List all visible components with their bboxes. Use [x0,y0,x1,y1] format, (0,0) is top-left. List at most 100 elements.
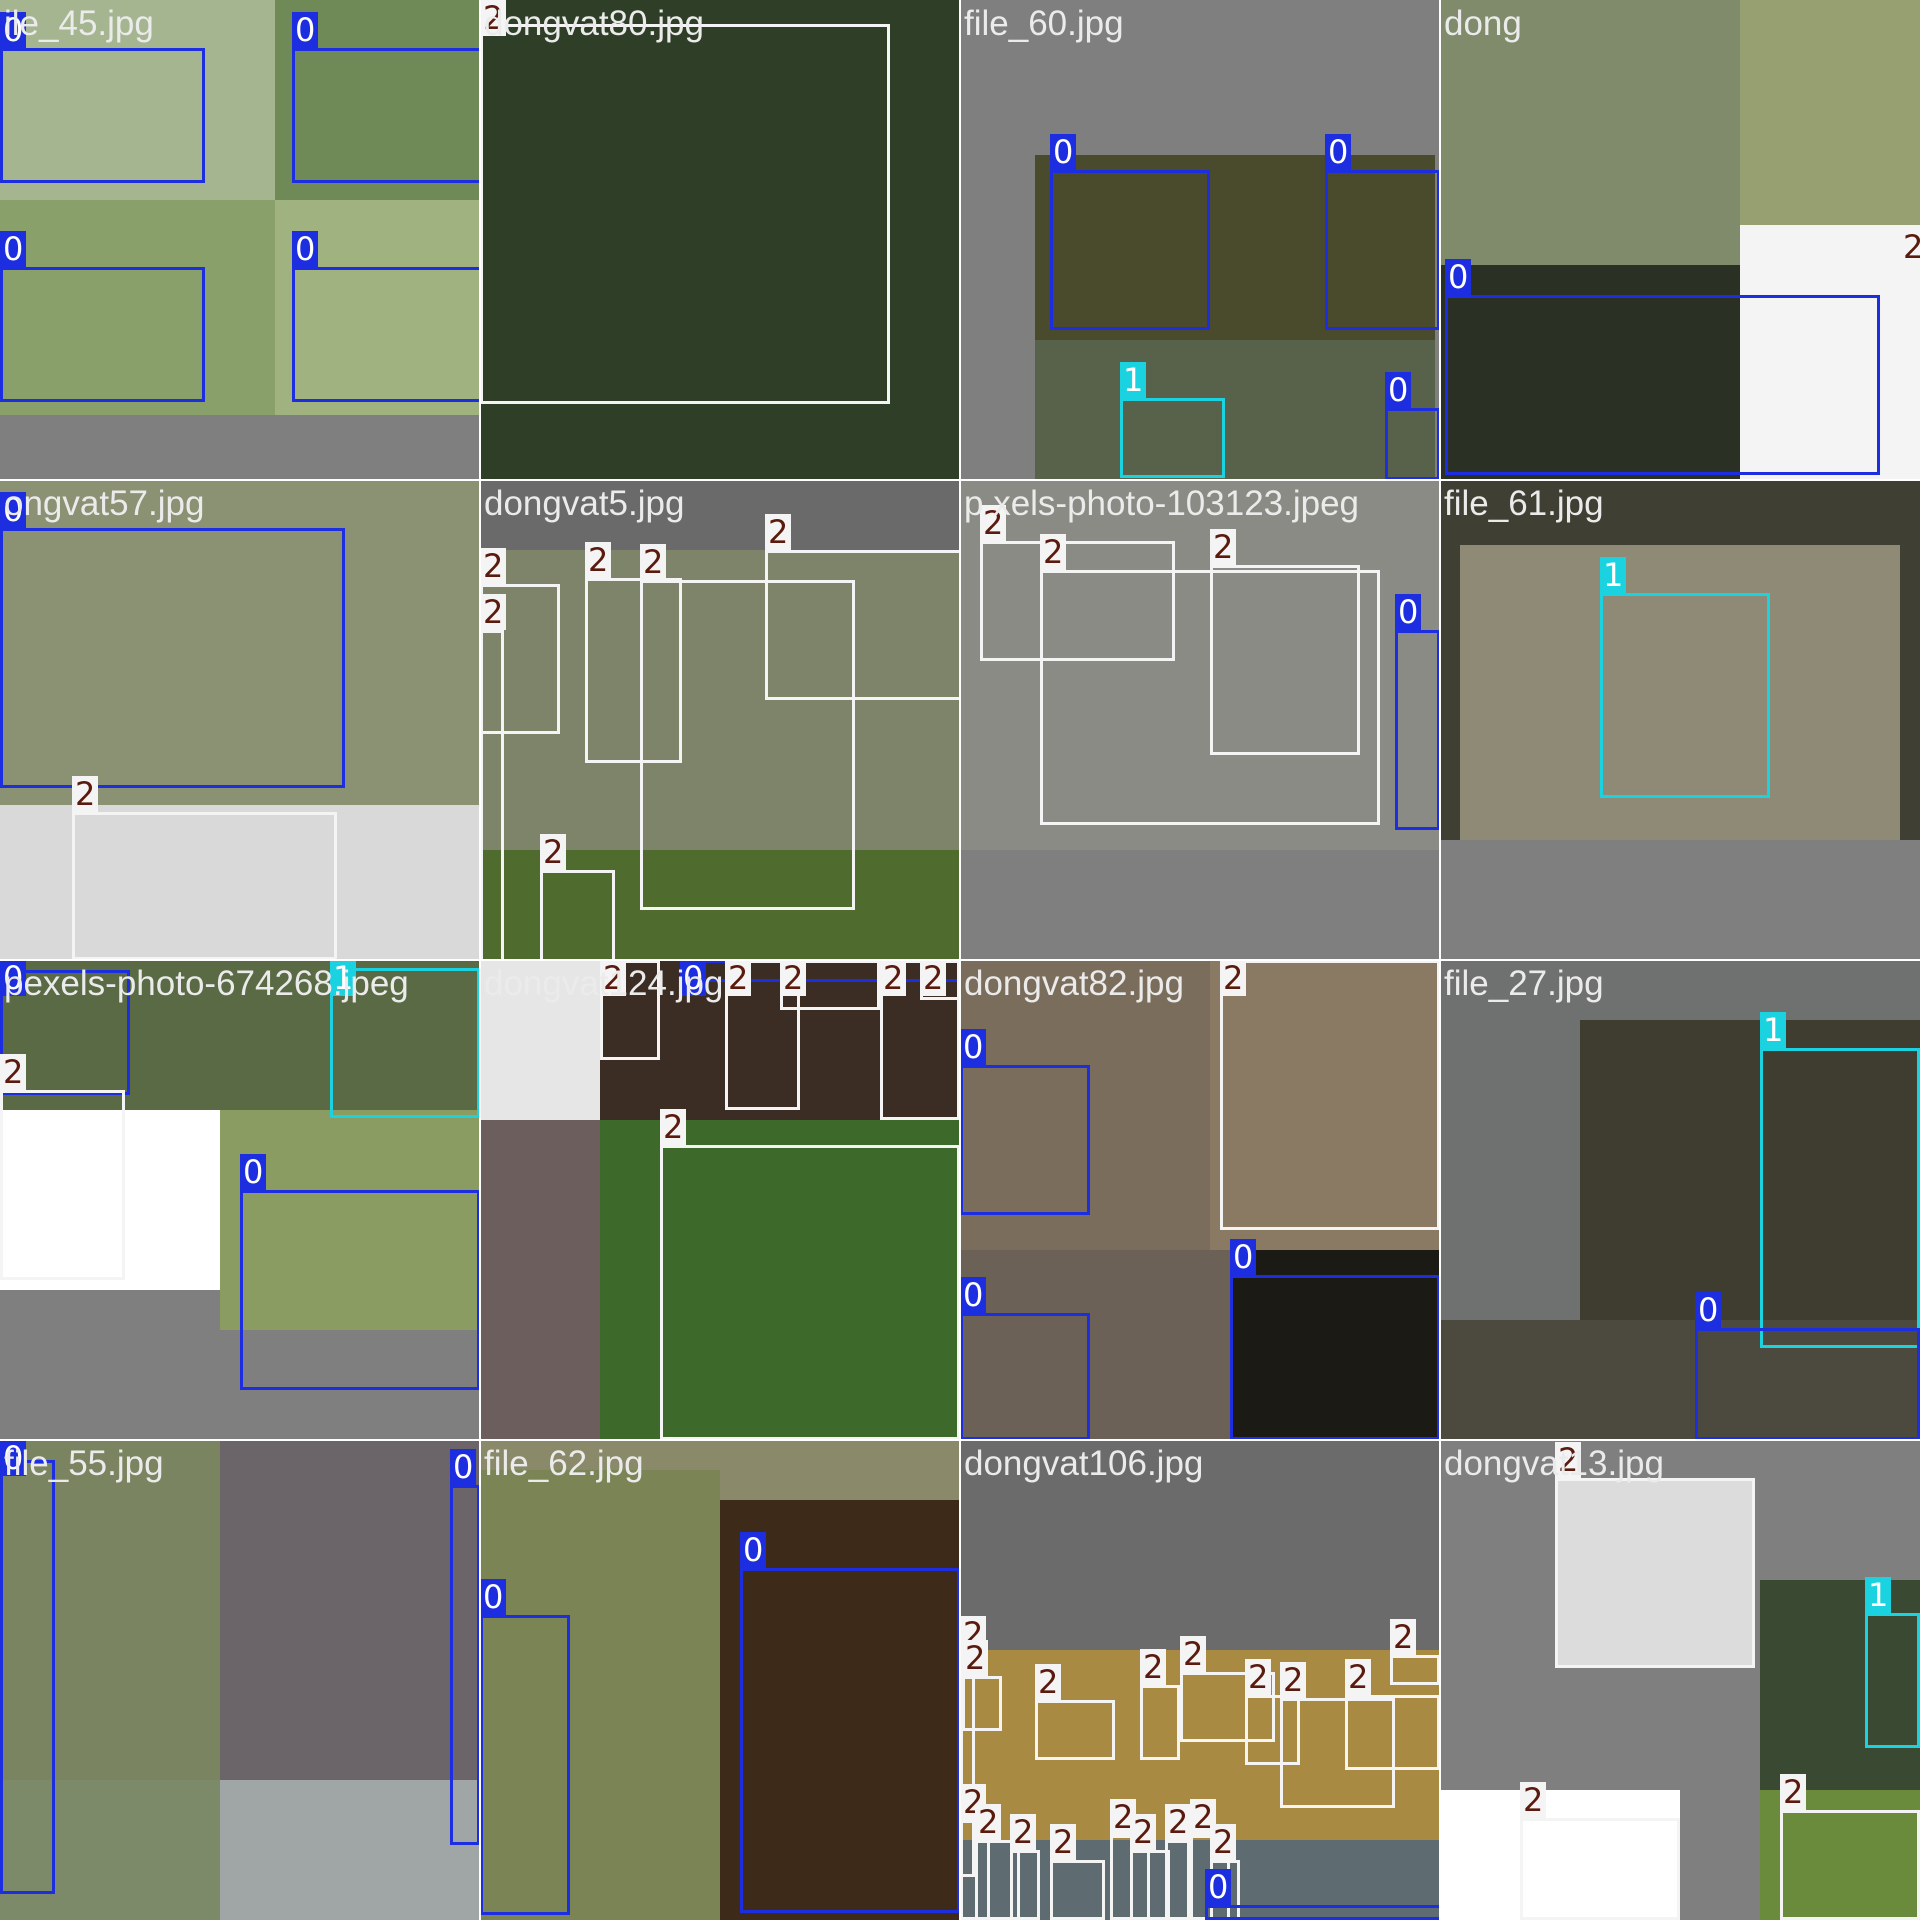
bounding-box-class-0 [1205,1905,1440,1920]
bounding-box-class-2 [660,1145,960,1440]
image-filename-label: file_55.jpg [4,1444,164,1483]
image-filename-label: pexels-photo-674268.jpeg [4,964,409,1003]
bounding-box-class-0 [292,48,480,183]
bounding-box-class-2 [1035,1700,1115,1760]
bounding-box-class-2 [1780,1810,1920,1920]
class-id-tag: 2 [480,548,507,584]
bounding-box-class-1 [1120,398,1225,478]
class-id-tag: 2 [660,1109,687,1145]
bounding-box-class-2 [962,1676,1002,1731]
bounding-box-class-0 [1695,1328,1920,1440]
bounding-box-class-2 [765,550,960,700]
class-id-tag: 2 [1165,1804,1192,1840]
mosaic-tile: 0 0 file_55.jpg [0,1440,480,1920]
bounding-box-class-2 [540,870,615,960]
class-id-tag: 0 [1445,259,1472,295]
image-filename-label: dongvat124.jpg [484,964,724,1003]
class-id-tag: 0 [1695,1292,1722,1328]
bounding-box-class-0 [740,1568,960,1913]
class-id-tag: 2 [1180,1636,1207,1672]
class-id-tag: 2 [540,834,567,870]
mosaic-tile: 2 dongvat80.jpg [480,0,960,480]
class-id-tag: 2 [1010,1814,1037,1850]
bounding-box-class-0 [0,528,345,788]
bounding-box-class-0 [0,267,205,402]
class-id-tag: 0 [1385,372,1412,408]
class-id-tag: 2 [1210,1824,1237,1860]
class-id-tag: 0 [0,231,27,267]
mosaic-tile: 0 0 0 0 ile_45.jpg [0,0,480,480]
class-id-tag: 1 [1600,557,1627,593]
mosaic-tile: 1 0 file_27.jpg [1440,960,1920,1440]
tile-divider [0,959,1920,961]
image-region [1740,0,1920,225]
bounding-box-class-2 [1345,1695,1440,1770]
class-id-tag: 2 [1780,1774,1807,1810]
class-id-tag: 2 [962,1640,989,1676]
mosaic-tile: 2 0 0 0 dongvat82.jpg [960,960,1440,1440]
class-id-tag: 2 [1390,1619,1417,1655]
image-filename-label: ile_45.jpg [4,4,154,43]
image-filename-label: dongvat106.jpg [964,1444,1204,1483]
class-id-tag: 2 [1050,1824,1077,1860]
class-id-tag: 0 [960,1029,987,1065]
image-region [0,415,480,480]
class-id-tag: 0 [740,1532,767,1568]
bounding-box-class-0 [240,1190,480,1390]
image-filename-label: file_62.jpg [484,1444,644,1483]
class-id-tag: 2 [1210,529,1237,565]
class-id-tag: 2 [765,514,792,550]
class-id-tag: 2 [1130,1814,1157,1850]
mosaic-tile: 2 1 2 2 dongvat13.jpg [1440,1440,1920,1920]
class-id-tag: 0 [960,1277,987,1313]
bounding-box-class-2 [1140,1685,1180,1760]
class-id-tag: 0 [240,1154,267,1190]
class-id-tag: 0 [1230,1239,1257,1275]
bounding-box-class-2 [1220,960,1440,1230]
bounding-box-class-1 [1600,593,1770,798]
bounding-box-class-2 [1210,565,1360,755]
class-id-tag: 2 [0,1054,27,1090]
mosaic-tile: 2 0 2 2 2 2 2 dongvat124.jpg [480,960,960,1440]
image-region [1440,840,1920,960]
image-region [0,1290,220,1440]
image-filename-label: file_27.jpg [1444,964,1604,1003]
image-region [960,850,1440,960]
tile-image [0,1440,480,1920]
class-id-tag: 2 [1520,1782,1547,1818]
bounding-box-class-2 [480,24,890,404]
bounding-box-class-0 [960,1065,1090,1215]
training-batch-mosaic: 0 0 0 0 ile_45.jpg 2 dongvat80.jpg 0 0 1 0 file_60.… [0,0,1920,1920]
bounding-box-class-2 [1010,1850,1040,1920]
image-filename-label: p xels-photo-103123.jpeg [964,484,1360,523]
class-id-tag: 2 [1035,1664,1062,1700]
bounding-box-class-0 [1395,630,1440,830]
bounding-box-class-0 [0,1460,55,1894]
class-id-tag: 0 [450,1449,477,1485]
class-id-tag: 2 [1040,534,1067,570]
class-id-tag: 2 [920,960,947,996]
bounding-box-class-2 [1130,1850,1170,1920]
bounding-box-class-2 [0,1090,125,1280]
image-filename-label: file_60.jpg [964,4,1124,43]
mosaic-tile: 2 2 2 2 2 2 dongvat5.jpg [480,480,960,960]
class-id-tag: 2 [1140,1649,1167,1685]
tile-divider [0,1439,1920,1441]
image-filename-label: dongvat82.jpg [964,964,1184,1003]
class-id-tag: 0 [1325,134,1352,170]
class-id-tag: 1 [1865,1577,1892,1613]
class-id-tag: 0 [480,1579,507,1615]
image-filename-label: ongvat57.jpg [4,484,205,523]
image-region [220,1780,480,1920]
class-id-tag: 2 [780,960,807,996]
class-id-tag: 2 [1220,960,1247,996]
class-id-tag: 0 [1205,1869,1232,1905]
class-id-tag: 2 [1280,1662,1307,1698]
class-id-tag: 2 [585,542,612,578]
bounding-box-class-2 [72,812,337,960]
image-filename-label: dongvat5.jpg [484,484,685,523]
image-region [480,1120,600,1440]
class-id-tag: 2 [880,960,907,996]
bounding-box-class-0 [1050,170,1210,330]
class-id-tag: 2 [725,960,752,996]
